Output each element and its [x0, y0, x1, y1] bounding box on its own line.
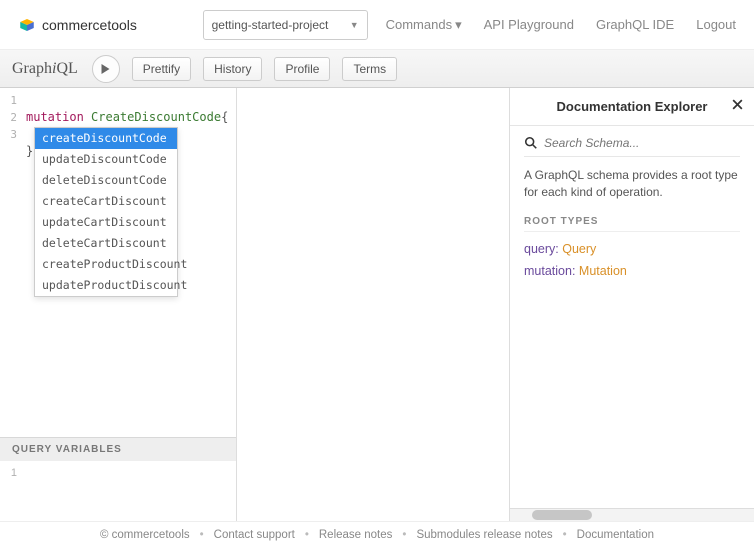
topbar: commercetools getting-started-project ▼ … — [0, 0, 754, 50]
brand-name: commercetools — [42, 17, 137, 33]
commercetools-logo-icon — [18, 16, 36, 34]
graphiql-title: GraphiQL — [12, 60, 78, 78]
search-icon — [524, 136, 538, 150]
terms-button[interactable]: Terms — [342, 57, 397, 81]
footer: © commercetools • Contact support • Rele… — [0, 521, 754, 547]
qv-gutter: 1 — [0, 461, 22, 521]
prettify-button[interactable]: Prettify — [132, 57, 191, 81]
nav-graphql-ide[interactable]: GraphQL IDE — [596, 17, 674, 33]
history-button[interactable]: History — [203, 57, 262, 81]
autocomplete-item[interactable]: deleteDiscountCode — [35, 170, 177, 191]
autocomplete-item[interactable]: updateCartDiscount — [35, 212, 177, 233]
horizontal-scrollbar[interactable] — [510, 508, 754, 521]
query-variables-editor[interactable]: 1 — [0, 461, 236, 521]
root-query: query: Query — [524, 242, 740, 256]
root-types-label: ROOT TYPES — [524, 216, 740, 232]
play-icon — [100, 63, 111, 75]
brand-logo: commercetools — [18, 16, 137, 34]
autocomplete-item[interactable]: createCartDiscount — [35, 191, 177, 212]
doc-title: Documentation Explorer — [557, 99, 708, 114]
root-type-mutation[interactable]: Mutation — [579, 264, 627, 278]
project-dropdown-value: getting-started-project — [212, 18, 329, 32]
footer-contact[interactable]: Contact support — [214, 529, 295, 541]
result-pane — [237, 88, 509, 521]
editor-column: 1 2 3 mutation CreateDiscountCode{ disco… — [0, 88, 237, 521]
autocomplete-item[interactable]: deleteCartDiscount — [35, 233, 177, 254]
caret-down-icon: ▼ — [350, 20, 359, 30]
doc-description: A GraphQL schema provides a root type fo… — [524, 167, 740, 202]
nav-api-playground[interactable]: API Playground — [484, 17, 574, 33]
query-editor[interactable]: 1 2 3 mutation CreateDiscountCode{ disco… — [0, 88, 236, 437]
autocomplete-popup: createDiscountCodeupdateDiscountCodedele… — [34, 127, 178, 297]
footer-submodules[interactable]: Submodules release notes — [416, 529, 552, 541]
footer-documentation[interactable]: Documentation — [577, 529, 654, 541]
nav-logout[interactable]: Logout — [696, 17, 736, 33]
root-mutation: mutation: Mutation — [524, 264, 740, 278]
documentation-explorer: Documentation Explorer A GraphQL schema … — [509, 88, 754, 521]
autocomplete-item[interactable]: updateProductDiscount — [35, 275, 177, 296]
line-gutter: 1 2 3 — [0, 88, 22, 437]
profile-button[interactable]: Profile — [274, 57, 330, 81]
workspace: 1 2 3 mutation CreateDiscountCode{ disco… — [0, 88, 754, 521]
close-icon[interactable] — [731, 98, 744, 114]
query-variables-header[interactable]: QUERY VARIABLES — [0, 437, 236, 461]
schema-search — [524, 136, 740, 157]
graphiql-toolbar: GraphiQL Prettify History Profile Terms — [0, 50, 754, 88]
project-dropdown[interactable]: getting-started-project ▼ — [203, 10, 368, 40]
execute-button[interactable] — [92, 55, 120, 83]
autocomplete-item[interactable]: updateDiscountCode — [35, 149, 177, 170]
footer-copyright: © commercetools — [100, 529, 190, 541]
root-type-query[interactable]: Query — [562, 242, 596, 256]
autocomplete-item[interactable]: createProductDiscount — [35, 254, 177, 275]
footer-release[interactable]: Release notes — [319, 529, 393, 541]
scrollbar-thumb[interactable] — [532, 510, 592, 520]
autocomplete-item[interactable]: createDiscountCode — [35, 128, 177, 149]
top-nav: Commands▾ API Playground GraphQL IDE Log… — [386, 17, 736, 33]
schema-search-input[interactable] — [544, 136, 740, 150]
doc-header: Documentation Explorer — [510, 88, 754, 126]
nav-commands[interactable]: Commands▾ — [386, 17, 462, 33]
caret-down-icon: ▾ — [455, 17, 462, 33]
doc-body: A GraphQL schema provides a root type fo… — [510, 126, 754, 508]
